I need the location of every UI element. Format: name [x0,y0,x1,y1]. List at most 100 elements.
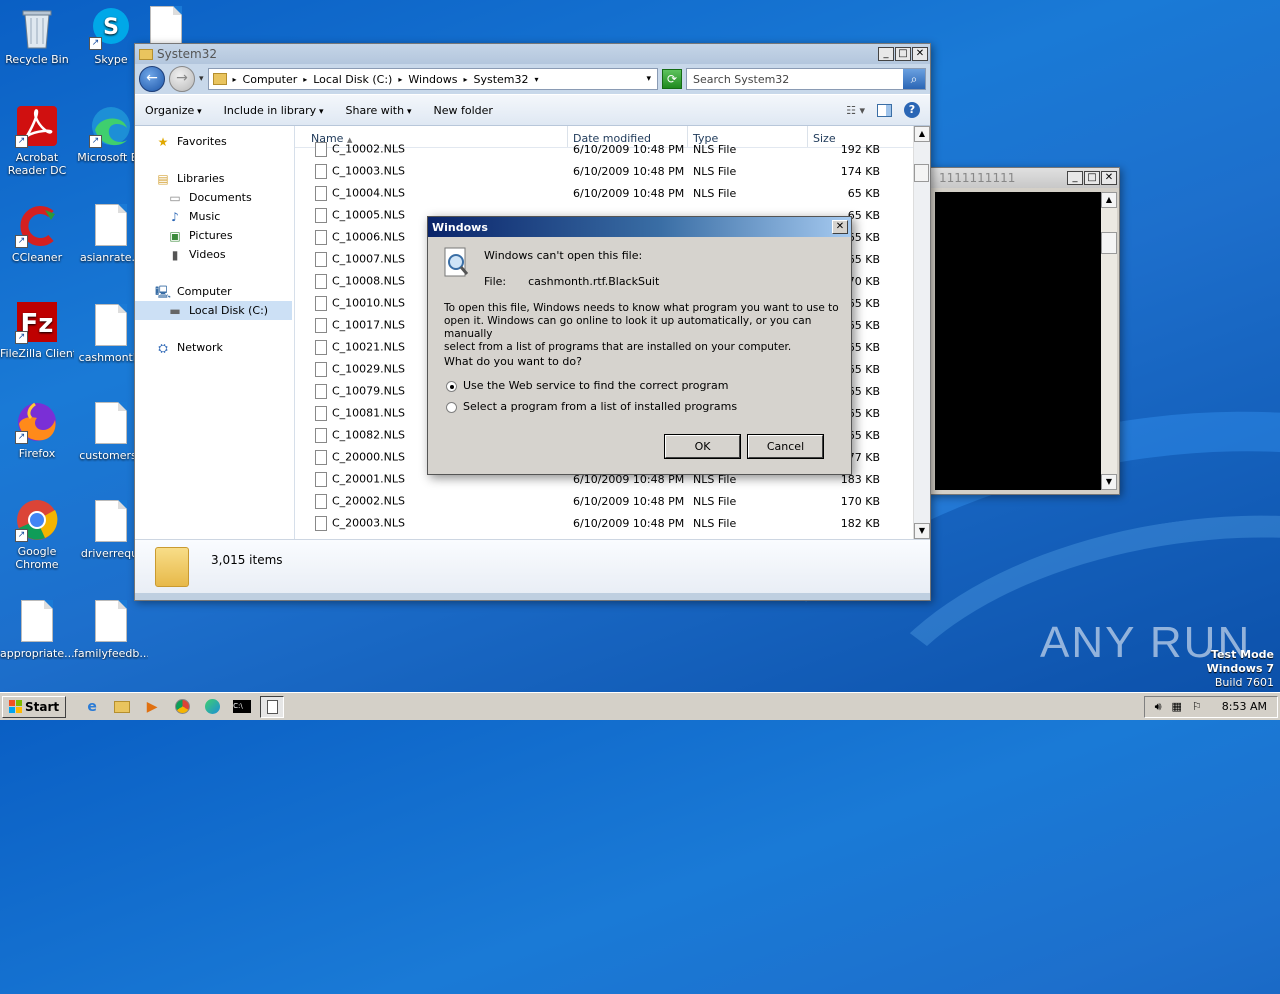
explorer-titlebar[interactable]: System32 _ □ ✕ [135,44,930,64]
nav-computer[interactable]: 🖳 Computer [135,282,294,301]
system-tray: 🔊︎ ▦ ⚐ 8:53 AM [1143,695,1278,718]
file-list-scrollbar[interactable]: ▲ ▼ [913,126,930,539]
folder-icon [155,546,189,587]
address-dropdown-chevron-icon[interactable]: ▾ [646,74,651,84]
share-with-button[interactable]: Share with [346,104,412,117]
libraries-icon: ▤ [157,171,169,186]
radio-web-service[interactable]: Use the Web service to find the correct … [446,379,728,392]
chrome-icon[interactable] [170,696,194,718]
organize-button[interactable]: Organize [145,104,202,117]
dialog-description-line-3: select from a list of programs that are … [444,341,792,353]
nav-documents[interactable]: ▭ Documents [135,188,294,207]
radio-installed-programs[interactable]: Select a program from a list of installe… [446,400,737,413]
scroll-up-arrow-icon[interactable]: ▲ [1101,192,1117,208]
dialog-description-line-2: open it. Windows can go online to look i… [444,315,812,340]
scroll-up-arrow-icon[interactable]: ▲ [914,126,930,142]
back-button[interactable]: ← [139,66,165,92]
console-window[interactable]: 1111111111 _ □ ✕ ▲ ▼ [928,167,1120,495]
search-icon[interactable]: ⌕ [903,69,925,89]
console-scrollbar[interactable]: ▲ ▼ [1101,192,1117,490]
change-view-icon[interactable]: ☷ ▾ [846,104,865,117]
desktop-icon-acrobat[interactable]: ↗ Acrobat Reader DC [0,104,74,177]
desktop-icon-appropriate[interactable]: appropriate... [0,600,74,660]
preview-pane-icon[interactable] [877,103,892,117]
dialog-close-button[interactable]: ✕ [832,220,848,234]
minimize-button[interactable]: _ [1067,171,1083,185]
command-prompt-icon[interactable]: C:\ [230,696,254,718]
maximize-button[interactable]: □ [1084,171,1100,185]
file-row[interactable]: C_10004.NLS 6/10/2009 10:48 PM NLS File 65 … [295,182,930,204]
file-icon [315,229,327,245]
file-date: 6/10/2009 10:48 PM [573,186,685,200]
file-row[interactable]: C_10003.NLS 6/10/2009 10:48 PM NLS File 174… [295,160,930,182]
cancel-button[interactable]: Cancel [747,434,824,459]
breadcrumb-local-disk[interactable]: Local Disk (C:) ▸ [313,73,402,86]
refresh-button[interactable]: ⟳ [662,69,682,89]
dialog-titlebar[interactable]: Windows ✕ [428,217,851,237]
file-row[interactable]: C_20003.NLS 6/10/2009 10:48 PM NLS File 182… [295,512,930,534]
search-input[interactable]: Search System32 ⌕ [686,68,926,90]
shortcut-arrow-icon: ↗ [89,135,102,148]
open-with-dialog[interactable]: Windows ✕ Windows can't open this file: … [427,216,852,475]
nav-network[interactable]: ⛭ Network [135,338,294,357]
desktop-icon-familyfeedb[interactable]: familyfeedb... [74,600,148,660]
radio-button-selected[interactable] [446,380,457,392]
file-icon [315,405,327,421]
maximize-button[interactable]: □ [895,47,911,61]
desktop-icon-firefox[interactable]: ↗ Firefox [0,400,74,460]
nav-music[interactable]: ♪ Music [135,207,294,226]
recent-pages-chevron-icon[interactable]: ▾ [199,74,204,84]
start-button[interactable]: Start [2,695,67,718]
console-titlebar[interactable]: 1111111111 _ □ ✕ [929,168,1119,188]
volume-icon[interactable]: 🔊︎ [1155,700,1162,714]
close-button[interactable]: ✕ [912,47,928,61]
desktop-icon-partial-doc[interactable] [150,6,182,48]
file-icon [315,273,327,289]
new-folder-button[interactable]: New folder [433,104,492,117]
ok-button[interactable]: OK [664,434,741,459]
edge-icon[interactable] [200,696,224,718]
scroll-thumb[interactable] [1101,232,1117,254]
file-name: C_20002.NLS [332,494,406,507]
minimize-button[interactable]: _ [878,47,894,61]
breadcrumb-computer[interactable]: Computer ▸ [243,73,308,86]
radio-button[interactable] [446,401,457,413]
breadcrumb-system32[interactable]: System32 ▾ [474,73,539,86]
file-date: 6/10/2009 10:48 PM [573,142,685,156]
media-player-icon[interactable]: ▶ [140,696,164,718]
forward-button[interactable]: → [169,66,195,92]
file-row[interactable]: C_20002.NLS 6/10/2009 10:48 PM NLS File 170… [295,490,930,512]
include-in-library-button[interactable]: Include in library [224,104,324,117]
nav-libraries[interactable]: ▤ Libraries [135,169,294,188]
close-button[interactable]: ✕ [1101,171,1117,185]
file-explorer-icon[interactable] [110,696,134,718]
item-count: 3,015 items [211,552,283,567]
breadcrumb-windows[interactable]: Windows ▸ [408,73,467,86]
scroll-thumb[interactable] [914,164,929,182]
nav-favorites[interactable]: ★ Favorites [135,132,294,151]
network-tray-icon[interactable]: ▦ [1172,700,1182,713]
console-output[interactable] [935,192,1101,490]
internet-explorer-icon[interactable]: e [80,696,104,718]
file-name: C_10010.NLS [332,296,406,309]
scroll-down-arrow-icon[interactable]: ▼ [914,523,930,539]
clock[interactable]: 8:53 AM [1222,700,1267,713]
address-bar[interactable]: ▸ Computer ▸ Local Disk (C:) ▸ Windows ▸ Sy… [207,68,658,90]
document-icon [21,600,53,642]
notepad-taskbar-button[interactable] [260,695,285,718]
file-size: 182 KB [840,516,880,530]
nav-pictures[interactable]: ▣ Pictures [135,226,294,245]
help-icon[interactable]: ? [904,102,920,118]
desktop-icon-filezilla[interactable]: Fz ↗ FileZilla Client [0,300,74,360]
file-icon [315,471,327,487]
desktop-icon-chrome[interactable]: ↗ Google Chrome [0,498,74,571]
desktop-icon-recycle-bin[interactable]: Recycle Bin [0,6,74,66]
file-name: C_10079.NLS [332,384,406,397]
nav-videos[interactable]: ▮ Videos [135,245,294,264]
desktop-icon-ccleaner[interactable]: ↗ CCleaner [0,204,74,264]
dialog-heading: Windows can't open this file: [484,249,643,262]
scroll-down-arrow-icon[interactable]: ▼ [1101,474,1117,490]
action-center-flag-icon[interactable]: ⚐ [1192,700,1202,713]
nav-local-disk[interactable]: ▬ Local Disk (C:) [135,301,292,320]
file-icon [315,141,327,157]
